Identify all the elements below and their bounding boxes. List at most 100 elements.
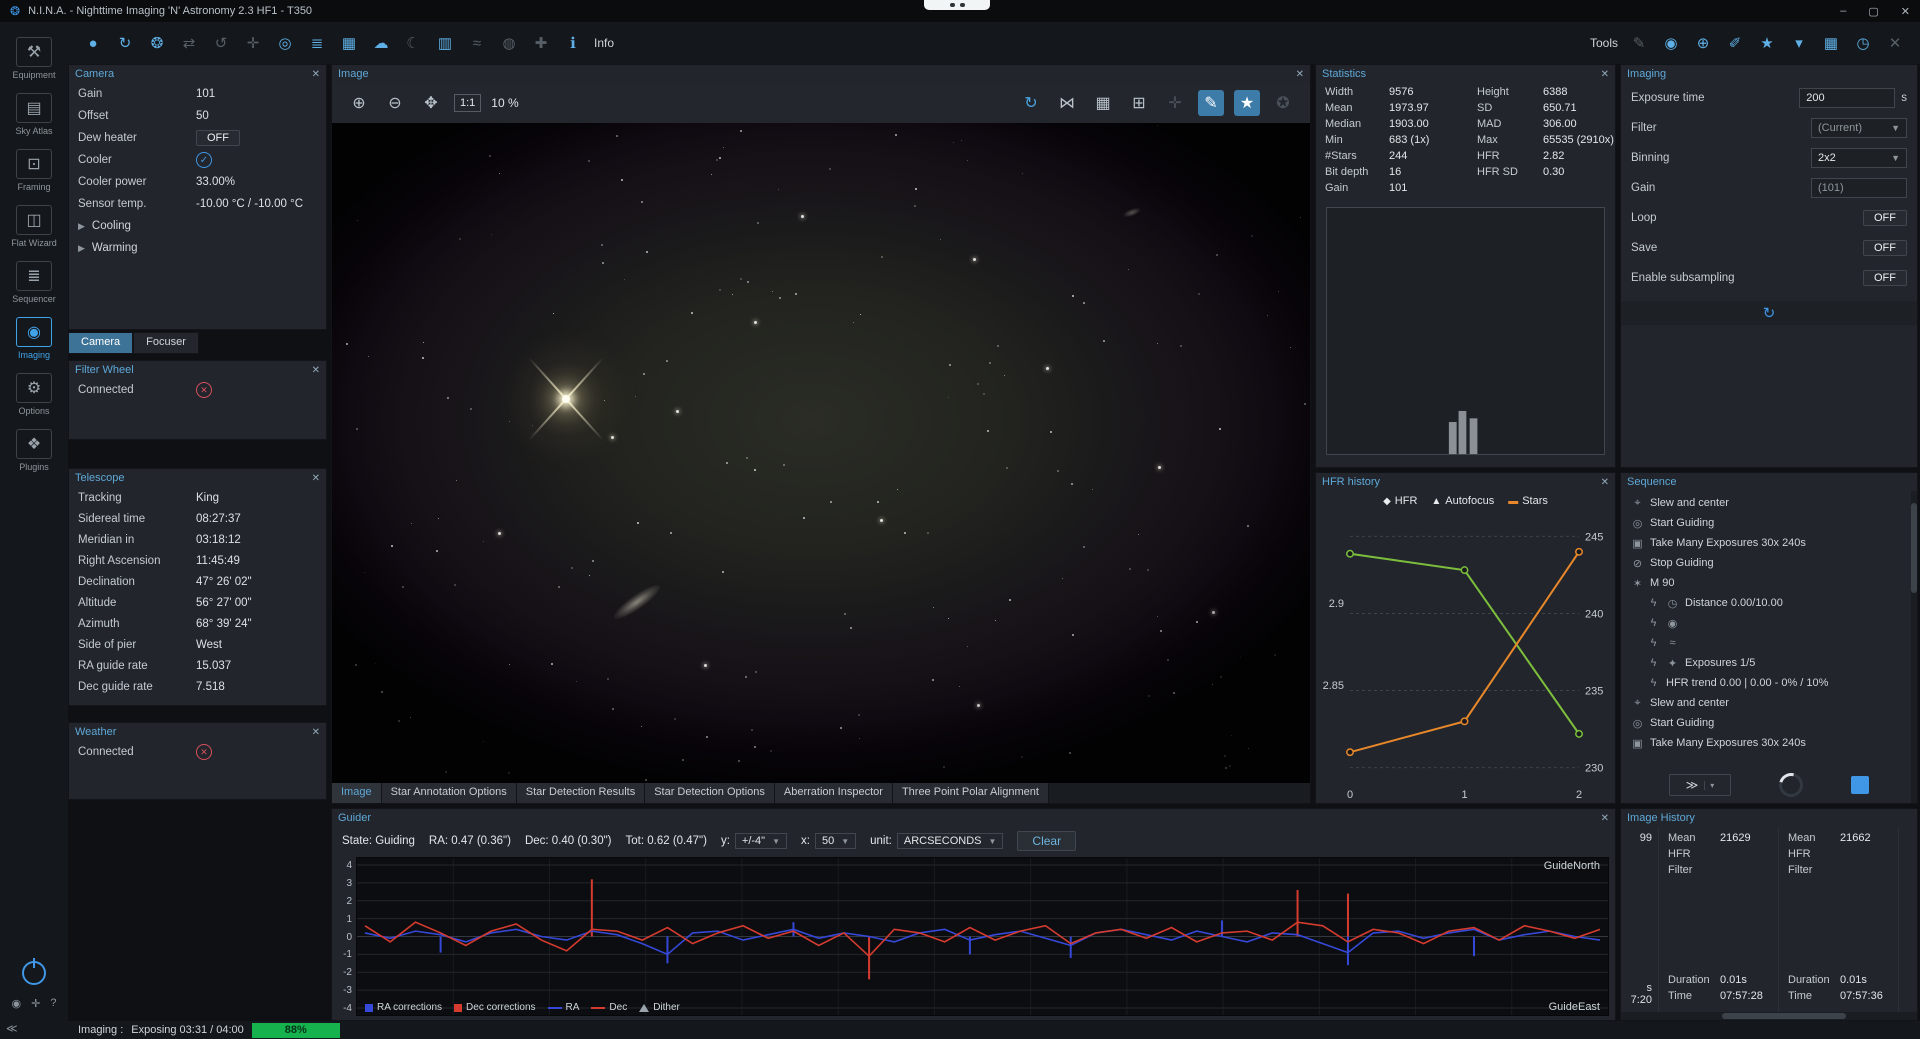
sequence-item[interactable]: ✶M 90 (1621, 573, 1917, 593)
flip-icon[interactable]: ⋈ (1054, 90, 1080, 116)
weather-icon[interactable]: ☁ (368, 30, 394, 56)
captured-image[interactable] (332, 123, 1310, 783)
minimize-button[interactable]: – (1840, 5, 1846, 18)
crosshair-icon[interactable]: ✛ (31, 997, 40, 1010)
weather-close-icon[interactable]: ✕ (312, 727, 320, 738)
star-tool-icon[interactable]: ★ (1754, 30, 1780, 56)
bucket-tool-icon[interactable]: ◉ (1658, 30, 1684, 56)
pixel-peep-icon[interactable]: ✎ (1198, 90, 1224, 116)
star-annotation-icon[interactable]: ★ (1234, 90, 1260, 116)
image-tab-three-point-polar-alignment[interactable]: Three Point Polar Alignment (893, 783, 1049, 803)
binning-select[interactable]: 2x2▼ (1811, 148, 1907, 168)
sequence-item[interactable]: ▣Take Many Exposures 30x 240s (1621, 533, 1917, 553)
fit-image-icon[interactable]: ✥ (418, 90, 444, 116)
zoom-out-icon[interactable]: ⊖ (382, 90, 408, 116)
clear-button[interactable]: Clear (1017, 831, 1076, 851)
image-history-entry-clipped[interactable]: 99 s 7:20 (1621, 827, 1659, 1012)
dome-icon[interactable]: ◍ (496, 30, 522, 56)
safety-icon[interactable]: ✚ (528, 30, 554, 56)
sequence-item[interactable]: ϟHFR trend 0.00 | 0.00 - 0% / 10% (1621, 673, 1917, 693)
sequence-icon[interactable]: ≣ (304, 30, 330, 56)
clock-tool-icon[interactable]: ◷ (1850, 30, 1876, 56)
refresh-icon[interactable]: ↻ (1763, 304, 1776, 322)
sequence-item[interactable]: ϟ◷Distance 0.00/10.00 (1621, 593, 1917, 613)
sidebar-item-flat-wizard[interactable]: ◫Flat Wizard (3, 198, 65, 254)
hfr-history-icon[interactable]: ▥ (432, 30, 458, 56)
info-label[interactable]: Info (594, 36, 614, 50)
loop-toggle[interactable]: OFF (1863, 210, 1907, 226)
filter-wheel-icon[interactable]: ❂ (144, 30, 170, 56)
caret-tool-icon[interactable]: ▾ (1786, 30, 1812, 56)
sequence-item[interactable]: ⌖Slew and center (1621, 493, 1917, 513)
one-to-one-button[interactable]: 1:1 (454, 94, 481, 112)
sequence-item[interactable]: ◎Start Guiding (1621, 513, 1917, 533)
save-toggle[interactable]: OFF (1863, 240, 1907, 256)
grid-icon[interactable]: ▦ (1090, 90, 1116, 116)
focuser-icon[interactable]: ↺ (208, 30, 234, 56)
image-tab-star-detection-options[interactable]: Star Detection Options (645, 783, 775, 803)
power-button[interactable] (22, 961, 46, 985)
annotate-target-icon[interactable]: ✪ (1270, 90, 1296, 116)
sequence-item[interactable]: ⊘Stop Guiding (1621, 553, 1917, 573)
image-close-icon[interactable]: ✕ (1296, 69, 1304, 80)
sequence-item[interactable]: ◎Start Guiding (1621, 713, 1917, 733)
rotator-icon[interactable]: ⇄ (176, 30, 202, 56)
guider-close-icon[interactable]: ✕ (1601, 813, 1609, 824)
x-scale-select[interactable]: 50▼ (815, 833, 856, 849)
crosshair-icon[interactable]: ✛ (1162, 90, 1188, 116)
telescope-close-icon[interactable]: ✕ (312, 473, 320, 484)
image-history-entry[interactable]: Mean21662HFRFilterDuration0.01sTime07:57… (1779, 827, 1899, 1012)
camera-close-icon[interactable]: ✕ (312, 69, 320, 80)
close-button[interactable]: ✕ (1901, 5, 1910, 18)
filter-wheel-close-icon[interactable]: ✕ (312, 365, 320, 376)
tab-camera[interactable]: Camera (68, 332, 133, 354)
sidebar-item-imaging[interactable]: ◉Imaging (3, 310, 65, 366)
image-history-entry[interactable]: Mean21629HFRFilterDuration0.01sTime07:57… (1659, 827, 1779, 1012)
sequence-item[interactable]: ϟ✦Exposures 1/5 (1621, 653, 1917, 673)
sidebar-item-framing[interactable]: ⊡Framing (3, 142, 65, 198)
image-tab-star-detection-results[interactable]: Star Detection Results (517, 783, 645, 803)
sequence-item[interactable]: ϟ≈ (1621, 633, 1917, 653)
cooling-expander[interactable]: ▶Cooling (69, 215, 326, 237)
layout-tool-icon[interactable]: ▦ (1818, 30, 1844, 56)
exposure-time-input[interactable]: 200 (1799, 88, 1895, 108)
camera-icon[interactable]: ● (80, 30, 106, 56)
filter-select[interactable]: (Current)▼ (1811, 118, 1907, 138)
sidebar-item-plugins[interactable]: ❖Plugins (3, 422, 65, 478)
sidebar-item-sky-atlas[interactable]: ▤Sky Atlas (3, 86, 65, 142)
sidebar-item-sequencer[interactable]: ≣Sequencer (3, 254, 65, 310)
hfr-legend-hfr[interactable]: ◆HFR (1383, 495, 1417, 507)
telescope-icon[interactable]: ◎ (272, 30, 298, 56)
warming-expander[interactable]: ▶Warming (69, 237, 326, 259)
brush-tool-icon[interactable]: ✎ (1626, 30, 1652, 56)
image-history-scrollbar[interactable] (1621, 1012, 1917, 1020)
help-icon[interactable]: ? (50, 997, 56, 1010)
tab-focuser[interactable]: Focuser (133, 332, 199, 354)
image-tab-aberration-inspector[interactable]: Aberration Inspector (775, 783, 893, 803)
statistics-icon[interactable]: ▦ (336, 30, 362, 56)
hfr-legend-autofocus[interactable]: ▲Autofocus (1431, 495, 1494, 507)
cooler-icon[interactable]: ↻ (112, 30, 138, 56)
unit-select[interactable]: ARCSECONDS▼ (897, 833, 1004, 849)
guider-graph-icon[interactable]: ≈ (464, 30, 490, 56)
zoom-in-icon[interactable]: ⊕ (346, 90, 372, 116)
dew-heater-toggle[interactable]: OFF (196, 130, 240, 146)
moon-icon[interactable]: ☾ (400, 30, 426, 56)
y-scale-select[interactable]: +/-4"▼ (735, 833, 787, 849)
sidebar-item-equipment[interactable]: ⚒Equipment (3, 30, 65, 86)
cooler-on-icon[interactable]: ✓ (196, 152, 212, 168)
hfr-legend-stars[interactable]: ▬Stars (1508, 495, 1548, 507)
sidebar-item-options[interactable]: ⚙Options (3, 366, 65, 422)
subframe-icon[interactable]: ⊞ (1126, 90, 1152, 116)
maximize-button[interactable]: ▢ (1868, 5, 1878, 18)
autofocus-icon[interactable]: ✛ (240, 30, 266, 56)
sequence-scrollbar[interactable] (1911, 491, 1917, 803)
gain-input[interactable]: (101) (1811, 178, 1907, 198)
magnifier-tool-icon[interactable]: ⊕ (1690, 30, 1716, 56)
image-tab-image[interactable]: Image (332, 783, 382, 803)
pencil-tool-icon[interactable]: ✐ (1722, 30, 1748, 56)
image-tab-star-annotation-options[interactable]: Star Annotation Options (382, 783, 517, 803)
skip-button[interactable]: ≫▾ (1669, 774, 1731, 796)
statistics-close-icon[interactable]: ✕ (1601, 69, 1609, 80)
sidebar-collapse-button[interactable]: ≪ (0, 1022, 24, 1037)
